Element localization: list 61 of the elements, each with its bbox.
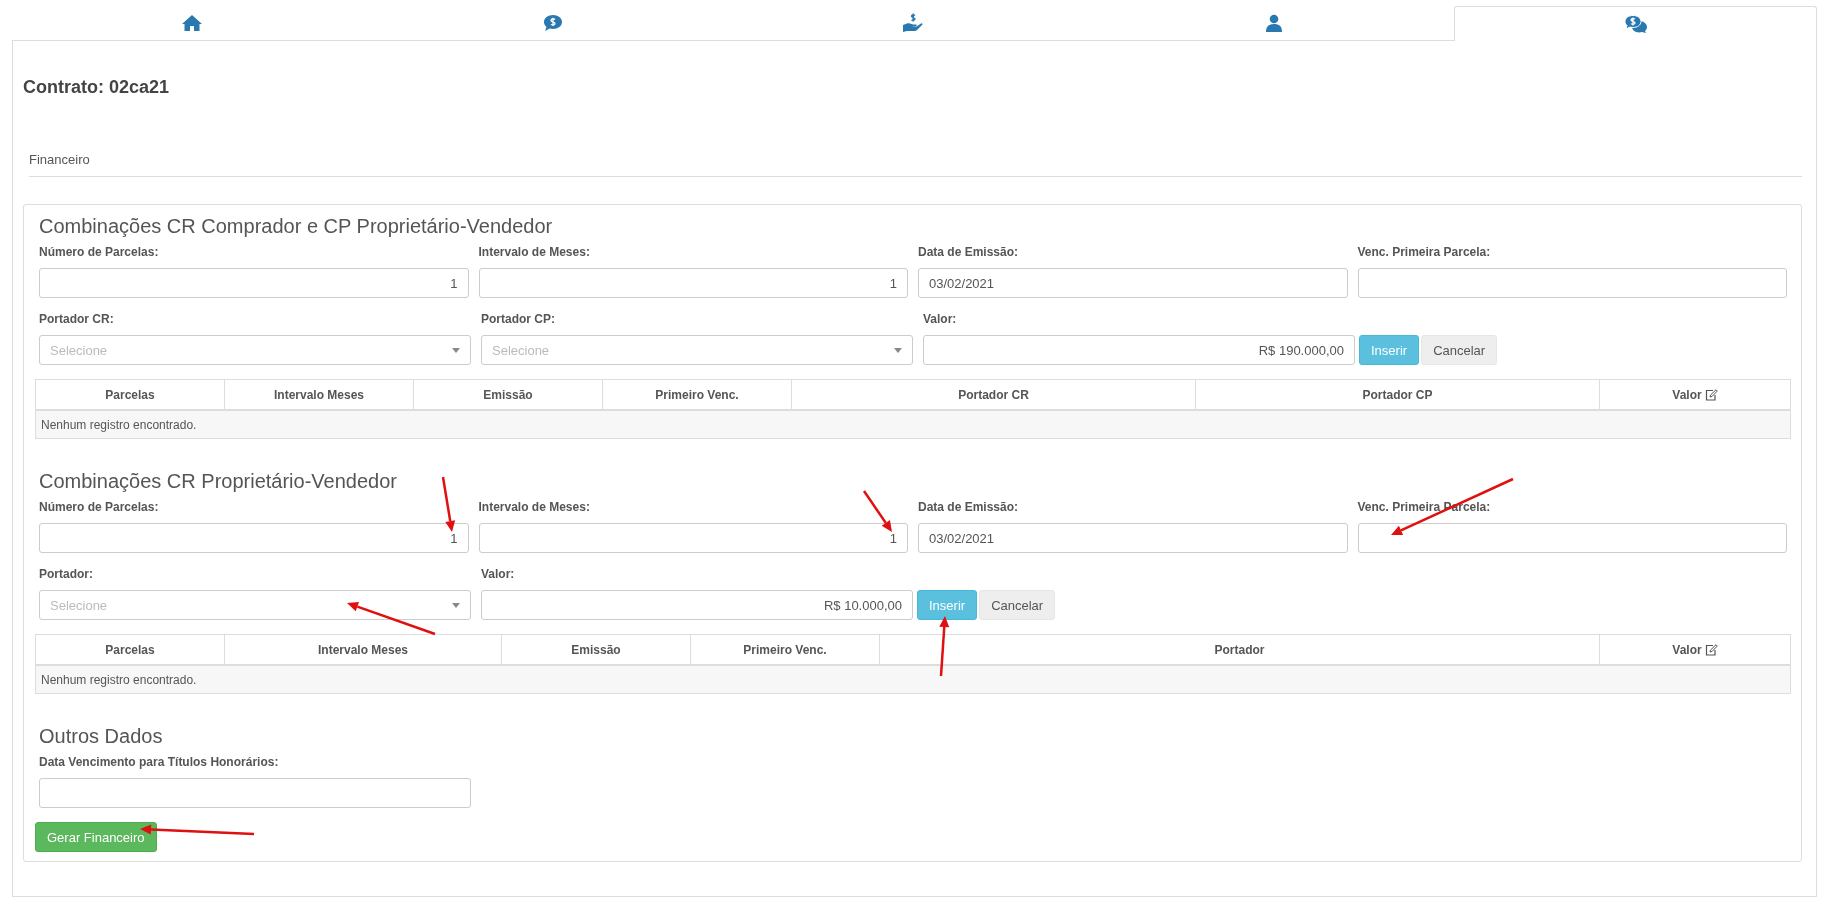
dollar-chat-bubbles-icon [1623,15,1648,33]
column-header: Emissão [571,642,621,657]
field-label: Portador CR: [39,312,115,327]
section-title: Combinações CR Proprietário-Vendedor [39,469,398,493]
caret-icon [452,347,460,353]
input-field[interactable]: R$ 10.000,00 [481,590,913,620]
input-field[interactable]: 1 [478,523,908,553]
input-field[interactable] [1357,268,1787,298]
column-header: Intervalo Meses [273,387,364,402]
dollar-speech-bubble-icon [542,14,563,32]
input-field[interactable] [39,778,471,808]
field-label: Intervalo de Meses: [478,245,591,260]
section-title: Combinações CR Comprador e CP Proprietário-Vendedor [39,214,554,238]
input-field[interactable]: 1 [39,523,469,553]
contract-title: Contrato: 02ca21 [23,76,171,98]
select-placeholder: Selecione [492,342,550,358]
field-label: Valor: [481,567,516,582]
column-header: Parcelas [105,642,155,657]
field-label: Número de Parcelas: [39,500,160,515]
select-placeholder: Selecione [50,597,108,613]
annotation-arrow [441,476,456,532]
field-label: Venc. Primeira Parcela: [1357,245,1492,260]
input-field[interactable]: 1 [39,268,469,298]
input-field[interactable] [1357,523,1787,553]
select-placeholder: Selecione [50,342,108,358]
field-label: Intervalo de Meses: [478,500,591,515]
action-button[interactable]: Cancelar [1421,335,1498,365]
field-label: Data de Emissão: [918,245,1020,260]
input-field[interactable]: 1 [478,268,908,298]
annotation-arrow [862,490,892,532]
field-label: Data de Emissão: [918,500,1020,515]
column-header: Intervalo Meses [317,642,408,657]
user-icon [1265,14,1284,32]
column-header: Portador CP [1362,387,1433,402]
field-label: Valor: [923,312,958,327]
empty-table-message: Nenhum registro encontrado. [41,417,197,432]
caret-icon [452,602,460,608]
column-header: Valor [1672,642,1702,657]
field-label: Número de Parcelas: [39,245,160,260]
field-label: Portador CP: [481,312,556,327]
column-header: Portador CR [958,387,1029,402]
input-field[interactable]: R$ 190.000,00 [923,335,1355,365]
input-field[interactable]: 03/02/2021 [918,523,1348,553]
column-header: Primeiro Venc. [743,642,827,657]
column-header: Parcelas [105,387,155,402]
column-header: Portador [1214,642,1265,657]
section-heading: Financeiro [29,152,90,167]
caret-icon [894,347,902,353]
field-label: Data Vencimento para Títulos Honorários: [39,755,280,770]
column-header: Primeiro Venc. [655,387,739,402]
field-label: Portador: [39,567,94,582]
column-header: Valor [1672,387,1702,402]
section-title: Outros Dados [39,724,164,748]
input-field[interactable]: 03/02/2021 [918,268,1348,298]
column-header: Emissão [483,387,533,402]
annotation-arrow [939,616,950,677]
empty-table-message: Nenhum registro encontrado. [41,672,197,687]
tab[interactable] [1454,6,1817,41]
home-icon [181,14,204,32]
action-button[interactable]: Cancelar [979,590,1056,620]
hand-dollar-icon [902,13,925,33]
